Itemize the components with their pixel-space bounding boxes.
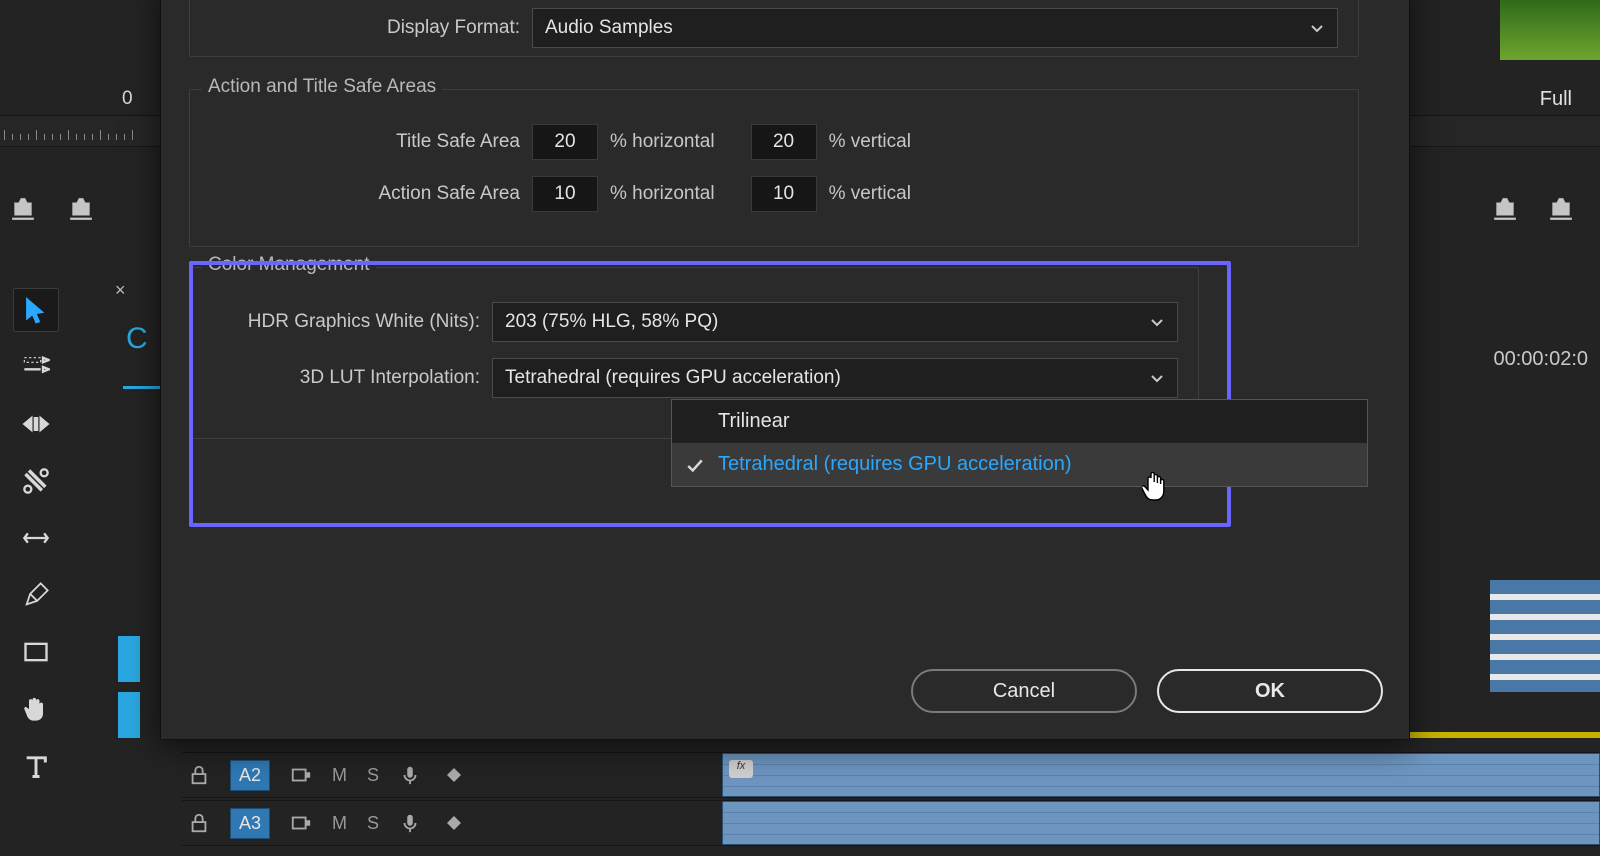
panel-tab-underline (123, 386, 163, 389)
cursor-pointer-icon (1142, 472, 1168, 502)
track-select-icon (22, 353, 50, 381)
ok-button[interactable]: OK (1157, 669, 1383, 713)
audio-clip-a3[interactable] (722, 801, 1600, 845)
ripple-edit-tool[interactable] (13, 402, 59, 446)
action-safe-v-input[interactable] (751, 176, 817, 212)
export-frame-icon-r1[interactable] (1492, 198, 1518, 220)
lut-interp-dropdown[interactable]: Trilinear Tetrahedral (requires GPU acce… (671, 399, 1368, 487)
mute-toggle[interactable]: M (332, 765, 347, 786)
title-safe-h-input[interactable] (532, 124, 598, 160)
audio-section: Display Format: Audio Samples (189, 0, 1359, 57)
clip-preview-right (1490, 580, 1600, 692)
lock-icon[interactable] (188, 812, 210, 834)
safe-areas-legend: Action and Title Safe Areas (202, 76, 442, 98)
src-patch-v2[interactable] (118, 692, 140, 738)
track-output-icon[interactable] (290, 764, 312, 786)
display-format-label: Display Format: (210, 17, 520, 39)
audio-clip-a2[interactable]: fx (722, 753, 1600, 797)
pct-vertical-label: % vertical (829, 131, 911, 153)
lut-option-tetrahedral-label: Tetrahedral (requires GPU acceleration) (718, 453, 1072, 475)
track-row-a2[interactable]: A2 M S fx (182, 752, 1600, 798)
export-frame-icon-r2[interactable] (1548, 198, 1574, 220)
pct-horizontal-label: % horizontal (610, 183, 715, 205)
pct-horizontal-label: % horizontal (610, 131, 715, 153)
marker-icons-left (10, 198, 100, 238)
solo-toggle[interactable]: S (367, 765, 379, 786)
hdr-white-label: HDR Graphics White (Nits): (210, 311, 480, 333)
hand-icon (22, 695, 50, 723)
chevron-down-icon (1149, 370, 1165, 386)
export-frame-icon-2[interactable] (68, 198, 94, 220)
safe-areas-section: Action and Title Safe Areas Title Safe A… (189, 89, 1359, 247)
lut-interp-label: 3D LUT Interpolation: (210, 367, 480, 389)
display-format-select[interactable]: Audio Samples (532, 8, 1338, 48)
chevron-down-icon (1309, 20, 1325, 36)
check-icon (686, 457, 704, 475)
chevron-down-icon (1149, 314, 1165, 330)
color-management-legend: Color Management (202, 254, 376, 276)
selection-icon (22, 296, 50, 324)
hand-tool[interactable] (13, 687, 59, 731)
viewer-zoom-full[interactable]: Full (1540, 88, 1572, 111)
hdr-white-select[interactable]: 203 (75% HLG, 58% PQ) (492, 302, 1178, 342)
hdr-white-value: 203 (75% HLG, 58% PQ) (505, 311, 718, 333)
sequence-settings-dialog: Display Format: Audio Samples Action and… (160, 0, 1410, 740)
lut-option-trilinear[interactable]: Trilinear (672, 400, 1367, 443)
razor-tool[interactable] (13, 459, 59, 503)
pct-vertical-label: % vertical (829, 183, 911, 205)
src-patch-v1[interactable] (118, 636, 140, 682)
selection-tool[interactable] (13, 288, 59, 332)
slip-icon (22, 524, 50, 552)
tool-palette (8, 288, 64, 788)
title-safe-v-input[interactable] (751, 124, 817, 160)
preview-thumbnail (1500, 0, 1600, 60)
lock-icon[interactable] (188, 764, 210, 786)
lut-interp-select[interactable]: Tetrahedral (requires GPU acceleration) (492, 358, 1178, 398)
type-tool[interactable] (13, 744, 59, 788)
slip-tool[interactable] (13, 516, 59, 560)
pen-icon (22, 581, 50, 609)
cancel-button[interactable]: Cancel (911, 669, 1137, 713)
action-safe-h-input[interactable] (532, 176, 598, 212)
close-panel-x[interactable]: × (115, 280, 126, 301)
export-frame-icon[interactable] (10, 198, 36, 220)
rectangle-icon (22, 638, 50, 666)
voiceover-mic-icon[interactable] (399, 812, 421, 834)
keyframe-diamond-icon[interactable] (447, 768, 461, 782)
ruler-zero-label: 0 (122, 88, 133, 110)
lut-interp-value: Tetrahedral (requires GPU acceleration) (505, 367, 841, 389)
panel-tab-initial[interactable]: C (126, 322, 148, 356)
pen-tool[interactable] (13, 573, 59, 617)
track-row-a3[interactable]: A3 M S (182, 800, 1600, 846)
display-format-value: Audio Samples (545, 17, 673, 39)
solo-toggle[interactable]: S (367, 813, 379, 834)
keyframe-diamond-icon[interactable] (447, 816, 461, 830)
track-output-icon[interactable] (290, 812, 312, 834)
track-id-a3[interactable]: A3 (230, 808, 270, 839)
fx-badge[interactable]: fx (729, 760, 753, 778)
type-icon (22, 752, 50, 780)
ripple-edit-icon (22, 410, 50, 438)
timecode-readout: 00:00:02:0 (1493, 348, 1588, 371)
razor-icon (22, 467, 50, 495)
track-id-a2[interactable]: A2 (230, 760, 270, 791)
voiceover-mic-icon[interactable] (399, 764, 421, 786)
track-select-tool[interactable] (13, 345, 59, 389)
action-safe-label: Action Safe Area (210, 183, 520, 205)
mute-toggle[interactable]: M (332, 813, 347, 834)
title-safe-label: Title Safe Area (210, 131, 520, 153)
marker-icons-right (1492, 198, 1574, 220)
lut-option-tetrahedral[interactable]: Tetrahedral (requires GPU acceleration) (672, 443, 1367, 486)
dialog-button-row: Cancel OK (911, 669, 1383, 713)
rectangle-tool[interactable] (13, 630, 59, 674)
